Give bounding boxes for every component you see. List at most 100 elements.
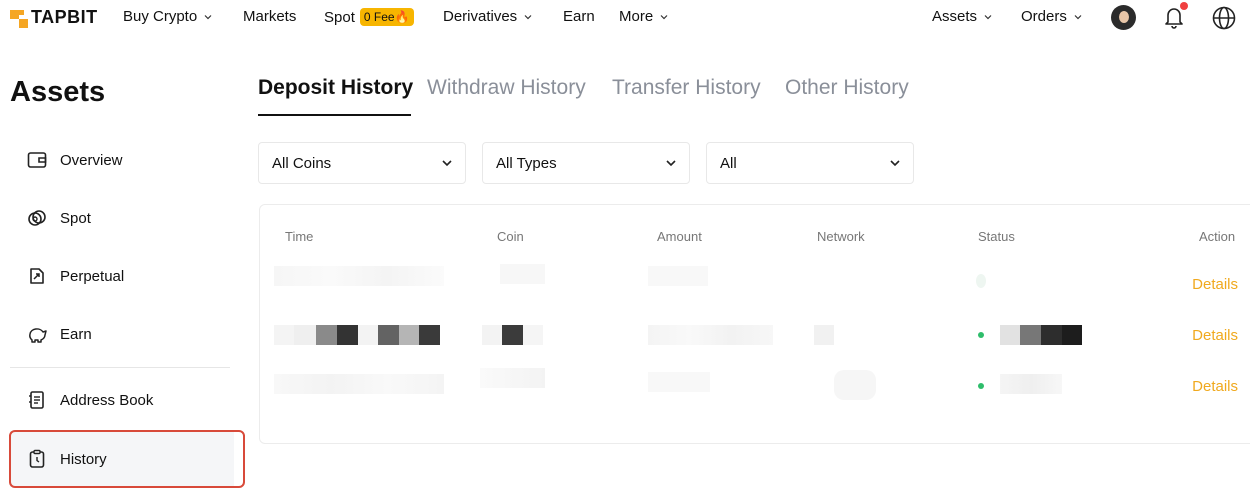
redacted-coin [500,264,545,284]
status-filter-value: All [720,154,737,172]
redacted-amount [648,325,773,345]
chevron-down-icon [984,14,992,19]
sidebar-item-overview[interactable]: Overview [10,132,234,188]
address-book-icon [26,389,48,411]
tab-other-history[interactable]: Other History [785,76,909,100]
table-row: Details [260,260,1250,310]
tab-deposit-history[interactable]: Deposit History [258,76,413,100]
wallet-icon [26,149,48,171]
perpetual-icon [26,265,48,287]
type-filter-select[interactable]: All Types [482,142,690,184]
coin-filter-select[interactable]: All Coins [258,142,466,184]
redacted-coin [480,368,545,388]
redacted-block [1000,325,1020,345]
tab-transfer-history[interactable]: Transfer History [612,76,761,100]
chevron-down-icon [890,160,900,167]
nav-more-label: More [619,8,654,25]
column-header-coin: Coin [497,229,524,244]
redacted-block [274,325,294,345]
chevron-down-icon [1074,14,1082,19]
redacted-network [834,370,876,400]
sidebar-item-label: Perpetual [60,267,125,285]
redacted-block [358,325,378,345]
nav-derivatives-label: Derivatives [443,8,518,25]
redacted-network [814,325,834,345]
tab-withdraw-history[interactable]: Withdraw History [427,76,586,100]
logo-mark-icon [10,7,28,28]
nav-orders[interactable]: Orders [1021,8,1083,25]
redacted-block [294,325,316,345]
sidebar-item-spot[interactable]: Spot [10,190,234,246]
type-filter-value: All Types [496,154,557,172]
nav-buy-crypto-label: Buy Crypto [123,8,198,25]
table-row: Details [260,311,1250,361]
page-title: Assets [10,76,106,108]
tapbit-logo[interactable]: TAPBIT [10,6,98,28]
redacted-status [1000,374,1062,394]
nav-assets-label: Assets [932,8,978,25]
nav-derivatives[interactable]: Derivatives [443,8,533,25]
selection-highlight [9,430,245,488]
redacted-amount [648,266,708,286]
column-header-time: Time [285,229,314,244]
redacted-block [1041,325,1062,345]
status-dot [978,383,984,389]
sidebar-item-label: Address Book [60,391,154,409]
status-dot [978,332,984,338]
details-link[interactable]: Details [1192,378,1238,395]
redacted-block [419,325,440,345]
chevron-down-icon [660,14,668,19]
sidebar-item-label: Overview [60,151,123,169]
redacted-time [274,266,444,286]
nav-orders-label: Orders [1021,8,1067,25]
chevron-down-icon [524,14,532,19]
redacted-block [502,325,523,345]
zero-fee-badge: 0 Fee🔥 [359,8,414,26]
logo-text: TAPBIT [31,6,98,27]
notification-dot [1180,2,1188,10]
redacted-block [378,325,399,345]
redacted-block [316,325,337,345]
redacted-time [274,374,444,394]
sidebar-divider [10,367,230,368]
redacted-block [523,325,543,345]
chevron-down-icon [442,160,452,167]
piggy-bank-icon [26,323,48,345]
nav-spot[interactable]: Spot 0 Fee🔥 [324,8,414,26]
sidebar-item-label: Spot [60,209,91,227]
nav-assets[interactable]: Assets [932,8,993,25]
sidebar-item-perpetual[interactable]: Perpetual [10,248,234,304]
column-header-amount: Amount [657,229,702,244]
redacted-block [482,325,502,345]
status-filter-select[interactable]: All [706,142,914,184]
table-row: Details [260,362,1250,412]
details-link[interactable]: Details [1192,327,1238,344]
nav-spot-label: Spot [324,8,355,26]
redacted-block [337,325,358,345]
column-header-network: Network [817,229,865,244]
nav-earn-label: Earn [563,8,595,25]
coin-filter-value: All Coins [272,154,332,172]
globe-icon[interactable] [1211,5,1237,31]
coins-icon [26,207,48,229]
column-header-action: Action [1199,229,1236,244]
redacted-amount [648,372,710,392]
nav-markets-label: Markets [243,8,297,25]
user-avatar[interactable] [1111,5,1136,30]
nav-markets[interactable]: Markets [243,8,296,25]
redacted-status [976,274,986,288]
chevron-down-icon [666,160,676,167]
sidebar-item-earn[interactable]: Earn [10,306,234,362]
nav-more[interactable]: More [619,8,669,25]
redacted-block [399,325,419,345]
nav-earn[interactable]: Earn [563,8,595,25]
nav-buy-crypto[interactable]: Buy Crypto [123,8,213,25]
column-header-status: Status [978,229,1015,244]
active-tab-indicator [258,114,411,116]
sidebar-item-address-book[interactable]: Address Book [10,372,234,428]
details-link[interactable]: Details [1192,276,1238,293]
redacted-block [1020,325,1041,345]
top-navigation: TAPBIT Buy Crypto Markets Spot 0 Fee🔥 De… [0,0,1250,36]
chevron-down-icon [204,14,212,19]
sidebar-item-label: Earn [60,325,92,343]
